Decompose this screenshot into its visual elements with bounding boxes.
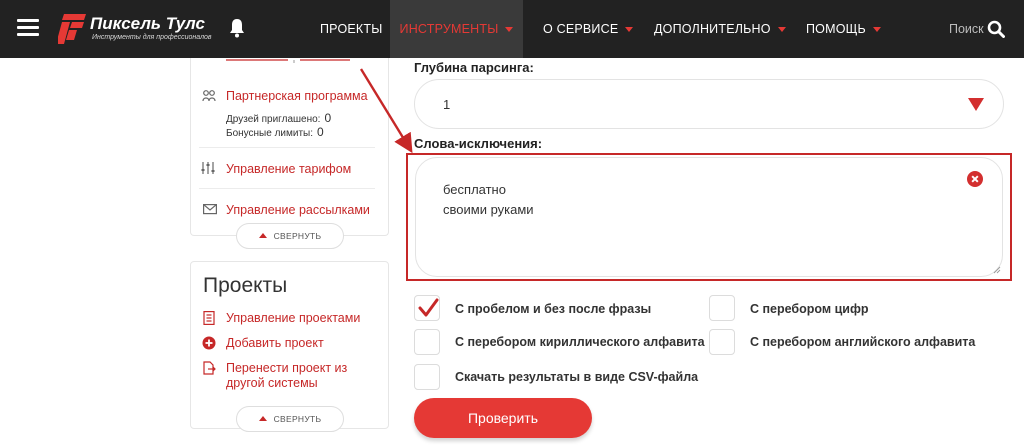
collapse-projects-button[interactable]: СВЕРНУТЬ <box>236 406 344 432</box>
nav-about[interactable]: О СЕРВИСЕ <box>543 0 634 58</box>
checkmark-icon <box>418 298 439 317</box>
stopword-line: своими руками <box>443 202 534 217</box>
top-navigation-bar: Пиксель Тулс Инструменты для профессиона… <box>0 0 1024 58</box>
clear-icon[interactable] <box>967 171 983 187</box>
depth-select[interactable]: 1 <box>414 79 1004 129</box>
bonus-limits-stat: Бонусные лимиты: 0 <box>226 125 324 139</box>
friends-invited-stat: Друзей приглашено: 0 <box>226 111 332 125</box>
arrow-up-icon <box>258 232 267 238</box>
logo-mark-icon <box>58 14 86 44</box>
document-list-icon <box>203 311 215 325</box>
checkbox-label[interactable]: С перебором кириллического алфавита <box>455 335 705 349</box>
sidebar-item-manage-tariff[interactable]: Управление тарифом <box>226 162 351 176</box>
stopwords-label: Слова-исключения: <box>414 136 543 151</box>
bell-icon[interactable] <box>229 18 245 38</box>
sidebar-item-add-project[interactable]: Добавить проект <box>226 336 324 350</box>
checkbox-csv[interactable] <box>414 364 440 390</box>
logo-name: Пиксель Тулс <box>90 14 205 33</box>
divider <box>199 188 375 189</box>
checkbox-label[interactable]: С перебором цифр <box>750 302 869 316</box>
import-file-icon <box>203 361 216 375</box>
sidebar-item-manage-mailings[interactable]: Управление рассылками <box>226 203 370 217</box>
chevron-down-icon <box>625 26 634 32</box>
search-label[interactable]: Поиск <box>949 22 984 36</box>
checkbox-label[interactable]: С перебором английского алфавита <box>750 335 975 349</box>
menu-icon[interactable] <box>17 19 39 37</box>
resize-handle-icon[interactable] <box>993 266 1001 274</box>
collapse-button[interactable]: СВЕРНУТЬ <box>236 223 344 249</box>
nav-help[interactable]: ПОМОЩЬ <box>806 0 881 58</box>
checkbox-label[interactable]: Скачать результаты в виде CSV-файла <box>455 370 698 384</box>
arrow-up-icon <box>258 415 267 421</box>
divider <box>199 147 375 148</box>
envelope-icon <box>203 203 217 215</box>
sidebar-item-partner-program[interactable]: Партнерская программа <box>226 89 368 103</box>
stopword-line: бесплатно <box>443 182 506 197</box>
checkbox-label[interactable]: С пробелом и без после фразы <box>455 302 651 316</box>
plus-circle-icon <box>202 336 216 350</box>
submit-button[interactable]: Проверить <box>414 398 592 438</box>
search-icon[interactable] <box>987 20 1005 38</box>
projects-title: Проекты <box>203 274 288 297</box>
sidebar-item-move-project[interactable]: Перенести проект из другой системы <box>226 361 347 391</box>
chevron-down-icon <box>777 26 786 32</box>
chevron-down-icon <box>872 26 881 32</box>
nav-tools[interactable]: ИНСТРУМЕНТЫ <box>390 0 523 58</box>
nav-additional[interactable]: ДОПОЛНИТЕЛЬНО <box>654 0 786 58</box>
checkbox-cyrillic[interactable] <box>414 329 440 355</box>
chevron-down-icon <box>505 26 514 32</box>
sidebar-item-manage-projects[interactable]: Управление проектами <box>226 311 360 325</box>
depth-value: 1 <box>443 97 451 112</box>
sliders-icon <box>201 162 215 174</box>
logo[interactable]: Пиксель Тулс Инструменты для профессиона… <box>58 12 212 46</box>
dropdown-arrow-icon <box>968 98 984 111</box>
nav-projects[interactable]: ПРОЕКТЫ <box>320 0 383 58</box>
stopwords-textarea[interactable]: бесплатно своими руками <box>415 157 1003 277</box>
checkbox-english[interactable] <box>709 329 735 355</box>
depth-label: Глубина парсинга: <box>414 60 534 75</box>
partner-icon <box>202 90 216 102</box>
logo-subtitle: Инструменты для профессионалов <box>92 34 212 41</box>
checkbox-digits[interactable] <box>709 295 735 321</box>
checkbox-space-after-phrase[interactable] <box>414 295 440 321</box>
clipped-sidebar-links <box>226 59 350 63</box>
